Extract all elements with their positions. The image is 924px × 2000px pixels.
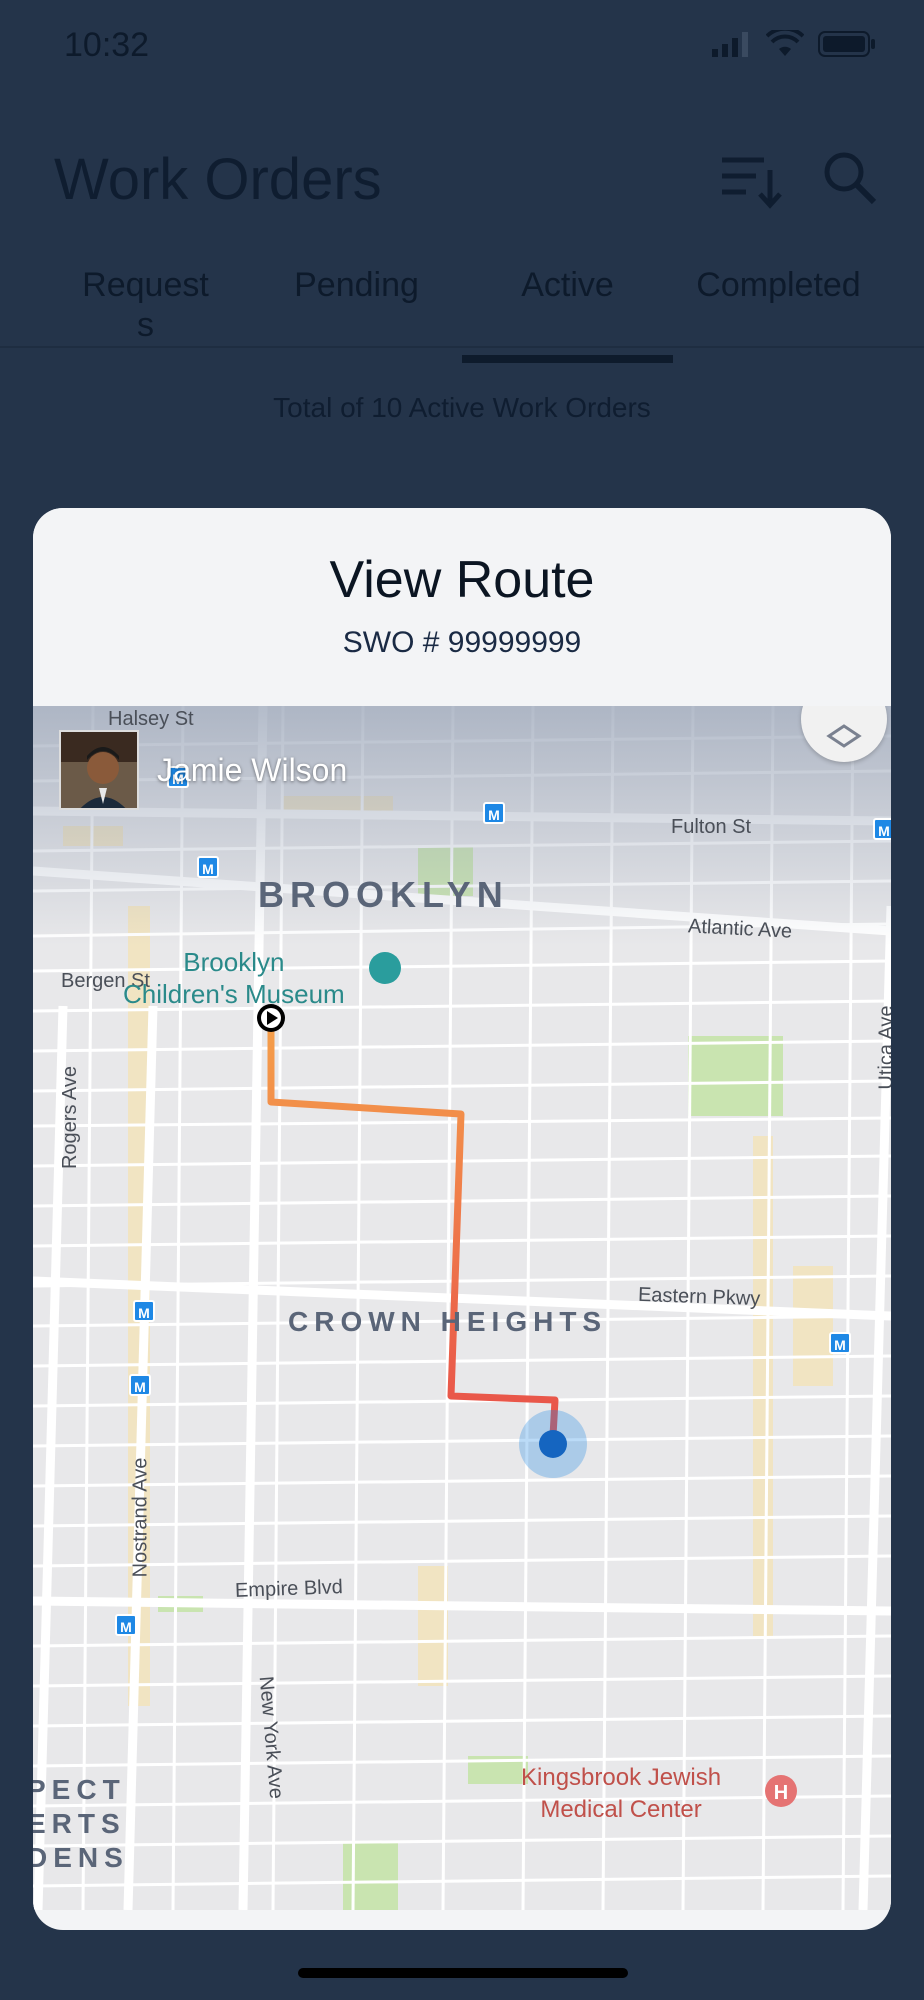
metro-station-icon[interactable]: M — [483, 802, 505, 824]
park-area — [343, 1841, 398, 1910]
svg-text:H: H — [774, 1782, 788, 1804]
poi-label-hospital: Kingsbrook Jewish Medical Center — [521, 1762, 721, 1826]
district-label-crown-heights: CROWN HEIGHTS — [288, 1306, 608, 1337]
modal-title: View Route — [329, 551, 595, 609]
sort-descending-icon[interactable] — [720, 150, 782, 215]
poi-label-museum: Brooklyn Children's Museum — [123, 946, 345, 1010]
battery-icon — [818, 30, 876, 63]
driver-name: Jamie Wilson — [157, 751, 348, 788]
route-map[interactable]: H Halsey St Fulton St Atlantic Ave Berge… — [33, 706, 891, 1910]
museum-marker-icon[interactable] — [369, 952, 401, 984]
metro-station-icon[interactable]: M — [197, 856, 219, 878]
layers-icon — [826, 724, 862, 748]
view-route-modal: View Route SWO # 99999999 H Halsey St Fu… — [33, 508, 891, 1930]
metro-station-icon[interactable]: M — [873, 818, 891, 840]
district-label-brooklyn: BROOKLYN — [258, 874, 509, 915]
tab-bar: Request s Pending Active Completed — [40, 265, 884, 363]
home-indicator[interactable] — [298, 1968, 628, 1978]
metro-station-icon[interactable]: M — [129, 1374, 151, 1396]
status-time: 10:32 — [64, 26, 150, 64]
wifi-icon — [765, 26, 805, 63]
district-label-gardens: DENS — [33, 1842, 129, 1873]
modal-header: View Route SWO # 99999999 — [33, 508, 891, 706]
metro-station-icon[interactable]: M — [115, 1614, 137, 1636]
district-label-prospect: PECT — [33, 1774, 126, 1805]
street-label-halsey: Halsey St — [108, 708, 194, 730]
avatar — [59, 730, 139, 810]
tab-pending[interactable]: Pending — [251, 265, 462, 347]
work-order-summary: Total of 10 Active Work Orders — [273, 392, 651, 423]
signal-icon — [712, 31, 752, 62]
poi-hospital-line1: Kingsbrook Jewish — [521, 1764, 722, 1791]
page-title: Work Orders — [54, 147, 382, 212]
street-label-empire: Empire Blvd — [234, 1576, 344, 1602]
current-location-dot — [539, 1430, 567, 1458]
metro-station-icon[interactable]: M — [829, 1332, 851, 1354]
tab-active[interactable]: Active — [462, 265, 673, 363]
status-icons — [712, 26, 876, 63]
search-icon[interactable] — [822, 150, 878, 211]
tab-completed[interactable]: Completed — [673, 265, 884, 347]
street-label-utica: Utica Ave — [875, 1005, 891, 1090]
district-label-heights: ERTS — [33, 1808, 126, 1839]
street-label-nostrand: Nostrand Ave — [129, 1457, 152, 1578]
tab-requests[interactable]: Request s — [40, 265, 251, 347]
street-label-fulton: Fulton St — [671, 816, 752, 838]
street-label-rogers: Rogers Ave — [59, 1065, 82, 1170]
map-layers-button[interactable] — [801, 706, 887, 762]
street-label-eastern-pkwy: Eastern Pkwy — [637, 1283, 761, 1311]
metro-station-icon[interactable]: M — [133, 1300, 155, 1322]
poi-museum-line2: Children's Museum — [123, 979, 345, 1009]
work-order-number: SWO # 99999999 — [342, 626, 582, 659]
tabs-divider — [0, 346, 924, 348]
driver-info: Jamie Wilson — [59, 730, 347, 810]
poi-hospital-line2: Medical Center — [540, 1796, 702, 1823]
poi-museum-line1: Brooklyn — [183, 947, 285, 977]
